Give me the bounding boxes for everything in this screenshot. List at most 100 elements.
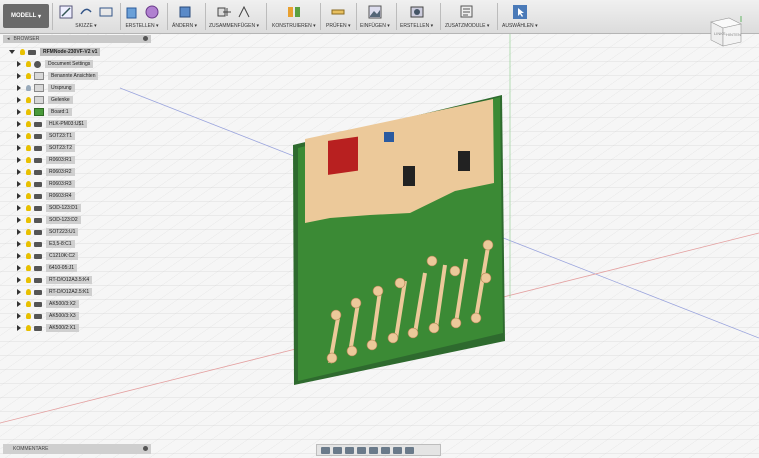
toolbar-group-pruefen[interactable]: PRÜFEN ▾	[326, 2, 350, 32]
tree-item[interactable]: R0603:R2	[17, 167, 75, 177]
tree-item[interactable]: AK500/2:X1	[17, 323, 79, 333]
orbit-icon[interactable]	[321, 446, 330, 454]
expand-icon[interactable]	[17, 181, 21, 187]
expand-icon[interactable]	[17, 193, 21, 199]
toolbar-group-skizze[interactable]: SKIZZE ▾	[58, 2, 114, 32]
expand-icon[interactable]	[17, 97, 21, 103]
tree-item[interactable]: AK500/3:X2	[17, 299, 79, 309]
panel-pin-icon[interactable]	[143, 36, 148, 41]
expand-icon[interactable]	[17, 73, 21, 79]
expand-open-icon[interactable]	[9, 50, 15, 54]
tree-item[interactable]: SOD-123:D1	[17, 203, 81, 213]
expand-icon[interactable]	[17, 205, 21, 211]
viewcube-left-face[interactable]: LINKS	[714, 31, 726, 36]
visibility-bulb-icon[interactable]	[26, 193, 31, 199]
visibility-bulb-icon[interactable]	[26, 253, 31, 259]
tree-item[interactable]: Ursprung	[17, 83, 75, 93]
measure-icon[interactable]	[330, 4, 346, 20]
expand-icon[interactable]	[17, 277, 21, 283]
expand-icon[interactable]	[17, 121, 21, 127]
toolbar-group-erstellen[interactable]: ERSTELLEN ▾	[124, 2, 160, 32]
display-settings-icon[interactable]	[381, 446, 390, 454]
tree-item[interactable]: 6410-05:J1	[17, 263, 78, 273]
expand-icon[interactable]	[17, 85, 21, 91]
pan-icon[interactable]	[345, 446, 354, 454]
visibility-bulb-icon[interactable]	[26, 85, 31, 91]
visibility-bulb-icon[interactable]	[26, 205, 31, 211]
visibility-bulb-icon[interactable]	[26, 61, 31, 67]
visibility-bulb-icon[interactable]	[20, 49, 25, 55]
tree-item[interactable]: R0603:R1	[17, 155, 75, 165]
comments-panel[interactable]: KOMMENTARE	[3, 444, 151, 454]
rectangle-icon[interactable]	[98, 4, 114, 20]
expand-icon[interactable]	[17, 265, 21, 271]
tree-item[interactable]: AK500/3:X3	[17, 311, 79, 321]
visibility-bulb-icon[interactable]	[26, 265, 31, 271]
toolbar-group-konstruieren[interactable]: KONSTRUIEREN ▾	[272, 2, 316, 32]
new-component-icon[interactable]	[216, 4, 232, 20]
select-cursor-icon[interactable]	[512, 4, 528, 20]
expand-icon[interactable]	[17, 289, 21, 295]
addins-icon[interactable]	[459, 4, 475, 20]
expand-icon[interactable]	[17, 301, 21, 307]
tree-item[interactable]: RT-D/O12A3.5:K4	[17, 275, 93, 285]
expand-icon[interactable]	[17, 169, 21, 175]
undo-arc-icon[interactable]	[78, 4, 94, 20]
construct-plane-icon[interactable]	[286, 4, 302, 20]
expand-icon[interactable]	[17, 157, 21, 163]
tree-item[interactable]: SOT23:T1	[17, 131, 76, 141]
visibility-bulb-icon[interactable]	[26, 133, 31, 139]
tree-item[interactable]: RT-D/O12A2.5:K1	[17, 287, 93, 297]
tree-item[interactable]: HLK-PM03:U$1	[17, 119, 88, 129]
visibility-bulb-icon[interactable]	[26, 97, 31, 103]
toolbar-group-zusammenfuegen[interactable]: ZUSAMMENFÜGEN ▾	[209, 2, 259, 32]
visibility-bulb-icon[interactable]	[26, 277, 31, 283]
visibility-bulb-icon[interactable]	[26, 181, 31, 187]
visibility-bulb-icon[interactable]	[26, 121, 31, 127]
tree-item[interactable]: SOT23:T2	[17, 143, 76, 153]
sketch-icon[interactable]	[58, 4, 74, 20]
tree-item[interactable]: Gelenke	[17, 95, 73, 105]
expand-icon[interactable]	[17, 61, 21, 67]
panel-pin-icon[interactable]	[143, 446, 148, 451]
expand-icon[interactable]	[17, 325, 21, 331]
expand-icon[interactable]	[17, 133, 21, 139]
visibility-bulb-icon[interactable]	[26, 229, 31, 235]
grid-settings-icon[interactable]	[393, 446, 402, 454]
toolbar-group-einfuegen[interactable]: EINFÜGEN ▾	[360, 2, 390, 32]
toolbar-group-zusatzmodule[interactable]: ZUSATZMODULE ▾	[445, 2, 489, 32]
joint-icon[interactable]	[236, 4, 252, 20]
expand-icon[interactable]	[17, 313, 21, 319]
tree-item[interactable]: Document Settings	[17, 59, 94, 69]
visibility-bulb-icon[interactable]	[26, 109, 31, 115]
workspace-mode-dropdown[interactable]: MODELL ▾	[3, 4, 49, 28]
look-at-icon[interactable]	[333, 446, 342, 454]
collapse-icon[interactable]: ◂	[7, 36, 10, 42]
visibility-bulb-icon[interactable]	[26, 289, 31, 295]
visibility-bulb-icon[interactable]	[26, 217, 31, 223]
expand-icon[interactable]	[17, 229, 21, 235]
tree-item[interactable]: C1210K:C2	[17, 251, 78, 261]
expand-icon[interactable]	[17, 109, 21, 115]
visibility-bulb-icon[interactable]	[26, 241, 31, 247]
visibility-bulb-icon[interactable]	[26, 157, 31, 163]
pcb-board[interactable]	[293, 95, 505, 385]
expand-icon[interactable]	[17, 145, 21, 151]
tree-item[interactable]: Board:1	[17, 107, 72, 117]
toolbar-group-aendern[interactable]: ÄNDERN ▾	[172, 2, 197, 32]
zoom-icon[interactable]	[357, 446, 366, 454]
toolbar-group-auswaehlen[interactable]: AUSWÄHLEN ▾	[502, 2, 538, 32]
form-icon[interactable]	[144, 4, 160, 20]
expand-icon[interactable]	[17, 253, 21, 259]
tree-item[interactable]: E3,5-8:C1	[17, 239, 75, 249]
visibility-bulb-icon[interactable]	[26, 73, 31, 79]
fit-icon[interactable]	[369, 446, 378, 454]
tree-item[interactable]: SOD-123:D2	[17, 215, 81, 225]
expand-icon[interactable]	[17, 217, 21, 223]
viewcube[interactable]: LINKS HINTEN	[703, 12, 745, 52]
viewports-icon[interactable]	[405, 446, 414, 454]
visibility-bulb-icon[interactable]	[26, 169, 31, 175]
render-icon[interactable]	[409, 4, 425, 20]
insert-image-icon[interactable]	[367, 4, 383, 20]
tree-item[interactable]: Benannte Ansichten	[17, 71, 99, 81]
